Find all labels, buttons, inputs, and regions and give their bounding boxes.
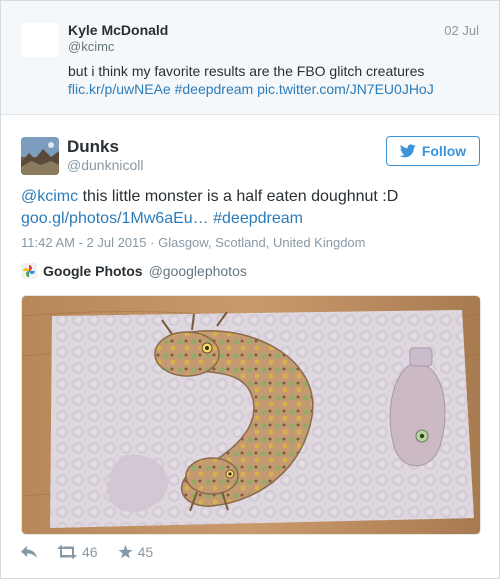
parent-pic-link[interactable]: pic.twitter.com/JN7EU0JHoJ bbox=[257, 81, 434, 97]
meta-separator: · bbox=[150, 235, 159, 250]
reply-button[interactable] bbox=[21, 545, 37, 559]
retweet-count: 46 bbox=[82, 544, 98, 560]
timestamp[interactable]: 11:42 AM - 2 Jul 2015 bbox=[21, 235, 147, 250]
tweet-body: this little monster is a half eaten doug… bbox=[78, 188, 399, 205]
follow-button[interactable]: Follow bbox=[386, 136, 480, 166]
like-count: 45 bbox=[137, 544, 154, 560]
location[interactable]: Glasgow, Scotland, United Kingdom bbox=[158, 235, 365, 250]
card-source-name[interactable]: Google Photos bbox=[43, 263, 143, 279]
tweet-photo[interactable] bbox=[21, 295, 481, 535]
photos-link[interactable]: goo.gl/photos/1Mw6aEu… bbox=[21, 210, 209, 227]
author-name[interactable]: Dunks bbox=[67, 137, 119, 157]
bird-icon bbox=[399, 144, 416, 158]
parent-flickr-link[interactable]: flic.kr/p/uwNEAe bbox=[68, 81, 171, 97]
parent-tweet-text: but i think my favorite results are the … bbox=[68, 63, 425, 79]
retweet-icon bbox=[57, 545, 77, 559]
tweet-text: @kcimc this little monster is a half eat… bbox=[21, 186, 481, 230]
tweet-meta: 11:42 AM - 2 Jul 2015 · Glasgow, Scotlan… bbox=[21, 235, 366, 250]
parent-date[interactable]: 02 Jul bbox=[444, 23, 479, 38]
avatar[interactable] bbox=[21, 137, 59, 175]
follow-label: Follow bbox=[421, 143, 467, 159]
card-source[interactable]: Google Photos @googlephotos bbox=[21, 263, 247, 279]
parent-author-handle[interactable]: @kcimc bbox=[68, 39, 114, 54]
parent-tweet-links: flic.kr/p/uwNEAe #deepdream pic.twitter.… bbox=[68, 80, 488, 98]
retweet-button[interactable]: 46 bbox=[57, 544, 98, 560]
star-icon bbox=[118, 545, 133, 559]
parent-hashtag-link[interactable]: #deepdream bbox=[175, 81, 254, 97]
hashtag-link[interactable]: #deepdream bbox=[213, 210, 303, 227]
parent-avatar[interactable] bbox=[21, 23, 59, 57]
deepdream-image bbox=[22, 296, 480, 534]
google-photos-icon bbox=[21, 263, 37, 279]
card-source-handle[interactable]: @googlephotos bbox=[149, 263, 247, 279]
parent-author-name[interactable]: Kyle McDonald bbox=[68, 22, 168, 38]
mention-link[interactable]: @kcimc bbox=[21, 188, 78, 205]
tweet-embed: Kyle McDonald @kcimc 02 Jul but i think … bbox=[0, 0, 500, 579]
parent-tweet[interactable]: Kyle McDonald @kcimc 02 Jul but i think … bbox=[1, 1, 499, 115]
tweet-actions: 46 45 bbox=[21, 544, 173, 560]
reply-icon bbox=[21, 546, 37, 558]
author-handle[interactable]: @dunknicoll bbox=[67, 157, 143, 173]
avatar-image bbox=[21, 137, 59, 175]
like-button[interactable]: 45 bbox=[118, 544, 154, 560]
